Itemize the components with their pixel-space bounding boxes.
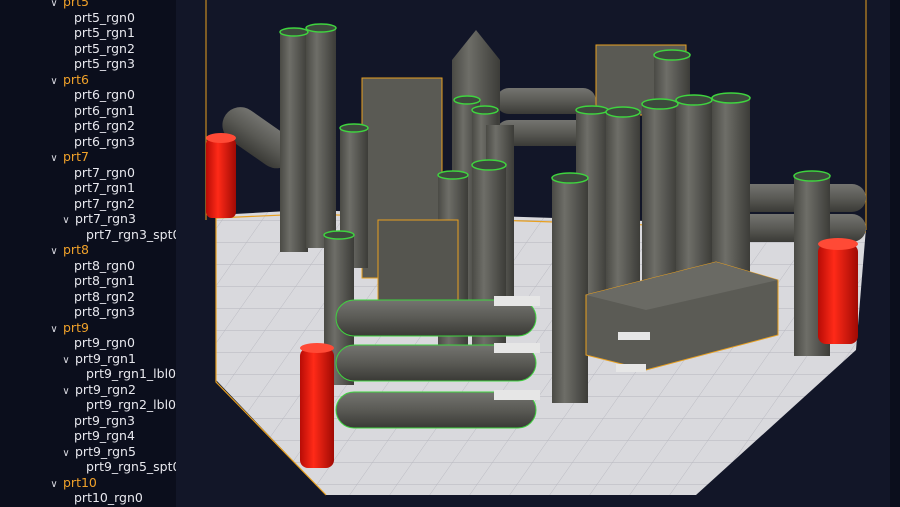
tree-item-label: prt9: [63, 319, 89, 335]
tree-item-label: prt8: [63, 242, 89, 257]
chevron-down-icon[interactable]: ∨: [60, 213, 72, 229]
tree-item-part[interactable]: ∨ prt10: [48, 475, 97, 491]
tree-item-part[interactable]: ∨ prt8: [48, 242, 89, 258]
tree-item-region[interactable]: prt10_rgn0: [74, 490, 143, 506]
tree-item-region[interactable]: prt7_rgn1: [74, 180, 135, 196]
tree-item-label: prt7_rgn2: [74, 195, 135, 211]
tree-item-label: prt5_rgn1: [74, 25, 135, 40]
tree-item-region[interactable]: prt6_rgn1: [74, 103, 135, 119]
plant-3d-model[interactable]: [176, 0, 890, 507]
tree-item-region[interactable]: prt5_rgn1: [74, 25, 135, 41]
tree-item-label: prt7_rgn3: [75, 211, 136, 226]
tree-item-region[interactable]: prt8_rgn1: [74, 273, 135, 289]
chevron-down-icon[interactable]: ∨: [60, 353, 72, 369]
tree-item-region[interactable]: prt9_rgn2_lbl0: [86, 397, 176, 413]
chevron-down-icon[interactable]: ∨: [48, 322, 60, 338]
tree-item-region[interactable]: ∨ prt9_rgn1: [60, 351, 136, 367]
tree-item-label: prt9_rgn2_lbl0: [86, 397, 176, 412]
tree-item-label: prt10_rgn0: [74, 490, 143, 505]
tree-item-label: prt9_rgn3: [74, 412, 135, 428]
tree-item-region[interactable]: prt9_rgn5_spt0: [86, 459, 180, 475]
chevron-down-icon[interactable]: ∨: [48, 244, 60, 260]
tree-item-region[interactable]: prt9_rgn4: [74, 428, 135, 444]
tree-item-label: prt9_rgn5: [75, 443, 136, 459]
tree-item-label: prt7_rgn3_spt0: [86, 226, 181, 242]
tree-item-region[interactable]: prt9_rgn3: [74, 413, 135, 429]
tree-item-label: prt8_rgn2: [74, 288, 135, 304]
tree-item-label: prt7_rgn0: [74, 164, 135, 180]
tree-item-part[interactable]: ∨ prt9: [48, 320, 89, 336]
tree-item-label: prt5_rgn2: [74, 40, 135, 56]
tree-item-label: prt9_rgn1_lbl0: [86, 366, 176, 381]
tree-item-region[interactable]: prt9_rgn1_lbl0: [86, 366, 176, 382]
tree-item-label: prt5_rgn0: [74, 9, 135, 25]
tree-item-label: prt9_rgn4: [74, 428, 135, 443]
3d-viewport[interactable]: [176, 0, 890, 507]
chevron-down-icon[interactable]: ∨: [48, 151, 60, 167]
tree-item-part[interactable]: ∨ prt6: [48, 72, 89, 88]
tree-item-region[interactable]: prt5_rgn2: [74, 41, 135, 57]
tree-item-region[interactable]: prt5_rgn3: [74, 56, 135, 72]
tree-item-region[interactable]: prt7_rgn2: [74, 196, 135, 212]
tree-item-label: prt6_rgn3: [74, 133, 135, 149]
tree-item-region[interactable]: prt6_rgn0: [74, 87, 135, 103]
tree-item-label: prt6_rgn0: [74, 87, 135, 102]
tree-item-label: prt6: [63, 71, 89, 87]
tree-item-part[interactable]: ∨ prt5: [48, 0, 89, 10]
chevron-down-icon[interactable]: ∨: [48, 477, 60, 493]
tree-item-region[interactable]: prt6_rgn3: [74, 134, 135, 150]
tree-item-label: prt9_rgn1: [75, 350, 136, 366]
tree-item-label: prt7: [63, 149, 89, 164]
tree-item-region[interactable]: prt8_rgn0: [74, 258, 135, 274]
chevron-down-icon[interactable]: ∨: [48, 0, 60, 12]
tree-item-region[interactable]: prt5_rgn0: [74, 10, 135, 26]
tree-item-label: prt5: [63, 0, 89, 9]
tree-item-label: prt8_rgn0: [74, 257, 135, 273]
tree-item-region[interactable]: prt9_rgn0: [74, 335, 135, 351]
chevron-down-icon[interactable]: ∨: [60, 446, 72, 462]
tree-item-label: prt7_rgn1: [74, 180, 135, 195]
tree-item-part[interactable]: ∨ prt7: [48, 149, 89, 165]
tree-item-label: prt9_rgn5_spt0: [86, 459, 181, 474]
tree-item-label: prt6_rgn2: [74, 118, 135, 133]
chevron-down-icon[interactable]: ∨: [48, 74, 60, 90]
tree-item-label: prt8_rgn1: [74, 273, 135, 288]
tree-item-region[interactable]: ∨ prt7_rgn3: [60, 211, 136, 227]
tree-item-label: prt9_rgn2: [75, 381, 136, 397]
tree-item-region[interactable]: ∨ prt9_rgn2: [60, 382, 136, 398]
tree-item-label: prt8_rgn3: [74, 304, 135, 319]
tree-item-region[interactable]: prt7_rgn0: [74, 165, 135, 181]
horizontal-pipes-front[interactable]: [335, 296, 540, 429]
tree-item-label: prt9_rgn0: [74, 335, 135, 350]
tree-item-label: prt10: [63, 474, 97, 490]
tree-item-region[interactable]: ∨ prt9_rgn5: [60, 444, 136, 460]
scene-outliner: ∨ prt5 prt5_rgn0 prt5_rgn1 prt5_rgn2 prt5_rgn…: [0, 0, 205, 507]
tree-item-region[interactable]: prt8_rgn3: [74, 304, 135, 320]
tree-item-region[interactable]: prt8_rgn2: [74, 289, 135, 305]
chevron-down-icon[interactable]: ∨: [60, 384, 72, 400]
tree-item-label: prt5_rgn3: [74, 56, 135, 71]
tree-item-region[interactable]: prt6_rgn2: [74, 118, 135, 134]
tree-item-label: prt6_rgn1: [74, 102, 135, 118]
tree-item-region[interactable]: prt7_rgn3_spt0: [86, 227, 180, 243]
